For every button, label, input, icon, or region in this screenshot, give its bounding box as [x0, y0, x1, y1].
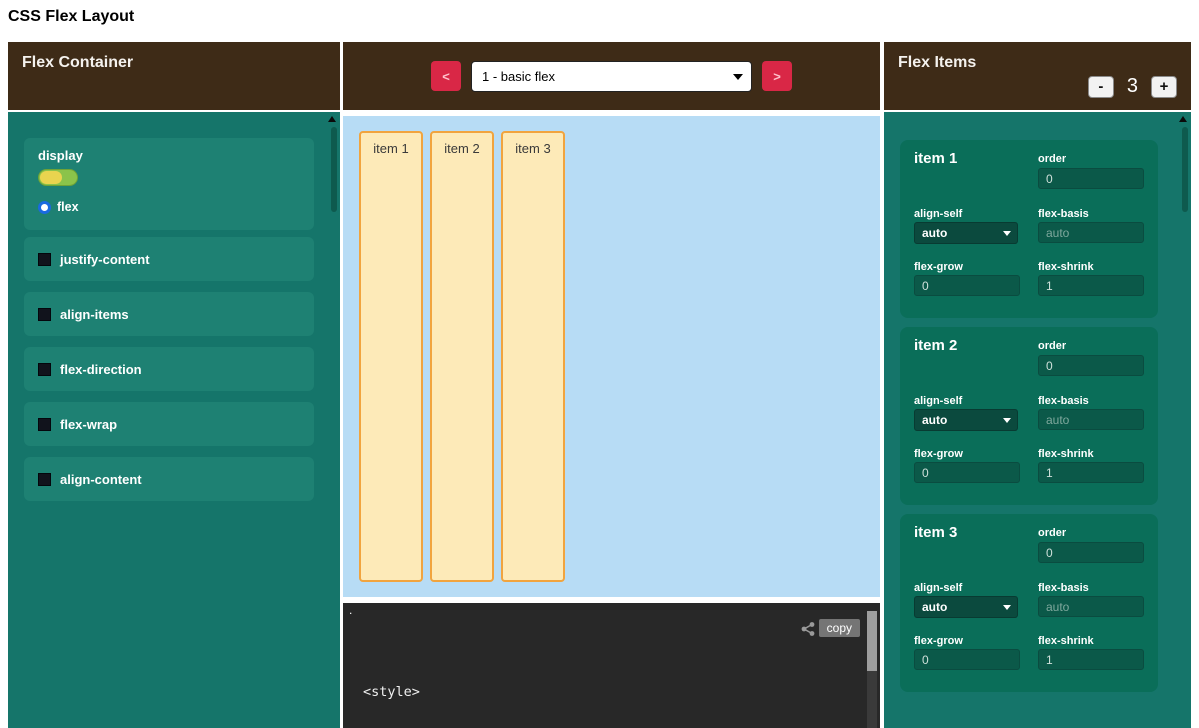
flex-shrink-label: flex-shrink	[1038, 448, 1094, 460]
page-title: CSS Flex Layout	[8, 8, 134, 26]
css-code-text: <style> .flex-container { display: flex;	[363, 645, 517, 728]
item-card-name: item 3	[914, 524, 957, 541]
flex-items-panel: item 1 order align-self auto flex-basis …	[884, 112, 1191, 728]
option-row-align-items: align-items	[24, 292, 314, 336]
flex-grow-input[interactable]	[914, 275, 1020, 296]
flex-basis-label: flex-basis	[1038, 208, 1089, 220]
justify-content-label: justify-content	[60, 252, 150, 267]
item-card-3: item 3 order align-self auto flex-basis …	[900, 514, 1158, 692]
chevron-down-icon	[733, 74, 743, 80]
display-section: display flex	[24, 138, 314, 230]
code-scrollbar-thumb[interactable]	[867, 611, 877, 671]
justify-content-checkbox[interactable]	[38, 253, 51, 266]
flex-grow-label: flex-grow	[914, 448, 963, 460]
flex-grow-input[interactable]	[914, 462, 1020, 483]
order-input[interactable]	[1038, 355, 1144, 376]
flex-preview-container: item 1 item 2 item 3	[343, 116, 880, 597]
align-content-checkbox[interactable]	[38, 473, 51, 486]
add-item-button[interactable]: +	[1151, 76, 1177, 98]
code-scrollbar[interactable]	[867, 611, 877, 728]
align-self-label: align-self	[914, 208, 962, 220]
chevron-down-icon	[1003, 418, 1011, 423]
chevron-down-icon	[1003, 605, 1011, 610]
flex-shrink-label: flex-shrink	[1038, 635, 1094, 647]
flex-wrap-label: flex-wrap	[60, 417, 117, 432]
flex-container-panel: display flex justify-content align-items…	[8, 112, 340, 728]
option-row-flex-wrap: flex-wrap	[24, 402, 314, 446]
display-label: display	[38, 148, 83, 163]
flex-items-header: Flex Items - 3 +	[884, 42, 1191, 110]
item-card-2: item 2 order align-self auto flex-basis …	[900, 327, 1158, 505]
flex-shrink-input[interactable]	[1038, 649, 1144, 670]
flex-shrink-input[interactable]	[1038, 275, 1144, 296]
flex-grow-input[interactable]	[914, 649, 1020, 670]
option-row-justify-content: justify-content	[24, 237, 314, 281]
share-icon[interactable]	[800, 621, 816, 637]
preset-header: < 1 - basic flex >	[343, 42, 880, 110]
flex-shrink-input[interactable]	[1038, 462, 1144, 483]
scroll-up-icon[interactable]	[1179, 116, 1187, 122]
item-card-name: item 2	[914, 337, 957, 354]
flex-wrap-checkbox[interactable]	[38, 418, 51, 431]
flex-basis-input[interactable]	[1038, 222, 1144, 243]
flex-grow-label: flex-grow	[914, 261, 963, 273]
order-input[interactable]	[1038, 542, 1144, 563]
align-items-label: align-items	[60, 307, 129, 322]
flex-basis-label: flex-basis	[1038, 582, 1089, 594]
item-count: 3	[1127, 75, 1138, 98]
align-self-label: align-self	[914, 395, 962, 407]
copy-code-button[interactable]: copy	[819, 619, 860, 637]
remove-item-button[interactable]: -	[1088, 76, 1114, 98]
toggle-knob-icon	[40, 171, 62, 184]
flex-direction-checkbox[interactable]	[38, 363, 51, 376]
option-row-flex-direction: flex-direction	[24, 347, 314, 391]
preset-select[interactable]: 1 - basic flex	[471, 61, 752, 92]
align-items-checkbox[interactable]	[38, 308, 51, 321]
flex-grow-label: flex-grow	[914, 635, 963, 647]
prev-preset-button[interactable]: <	[431, 61, 461, 91]
preview-flex-item: item 2	[430, 131, 494, 582]
chevron-down-icon	[1003, 231, 1011, 236]
display-toggle[interactable]	[38, 169, 78, 186]
order-label: order	[1038, 340, 1066, 352]
code-line: <style>	[363, 683, 517, 702]
scrollbar[interactable]	[1182, 127, 1188, 212]
scrollbar[interactable]	[331, 127, 337, 212]
item-card-name: item 1	[914, 150, 957, 167]
order-label: order	[1038, 153, 1066, 165]
preview-flex-item: item 1	[359, 131, 423, 582]
flex-container-title: Flex Container	[8, 42, 340, 84]
preview-flex-item: item 3	[501, 131, 565, 582]
flex-basis-input[interactable]	[1038, 596, 1144, 617]
order-input[interactable]	[1038, 168, 1144, 189]
next-preset-button[interactable]: >	[762, 61, 792, 91]
code-panel-dot: .	[349, 603, 352, 617]
option-row-align-content: align-content	[24, 457, 314, 501]
flex-container-header: Flex Container	[8, 42, 340, 110]
order-label: order	[1038, 527, 1066, 539]
app-window: CSS Flex Layout Flex Container display f…	[0, 0, 1199, 728]
flex-basis-label: flex-basis	[1038, 395, 1089, 407]
item-card-1: item 1 order align-self auto flex-basis …	[900, 140, 1158, 318]
display-flex-radio-label: flex	[57, 200, 79, 214]
flex-basis-input[interactable]	[1038, 409, 1144, 430]
align-self-label: align-self	[914, 582, 962, 594]
flex-shrink-label: flex-shrink	[1038, 261, 1094, 273]
flex-direction-label: flex-direction	[60, 362, 142, 377]
align-content-label: align-content	[60, 472, 142, 487]
code-panel: . copy <style> .flex-container { display…	[343, 603, 880, 728]
display-flex-radio[interactable]	[38, 201, 51, 214]
scroll-up-icon[interactable]	[328, 116, 336, 122]
